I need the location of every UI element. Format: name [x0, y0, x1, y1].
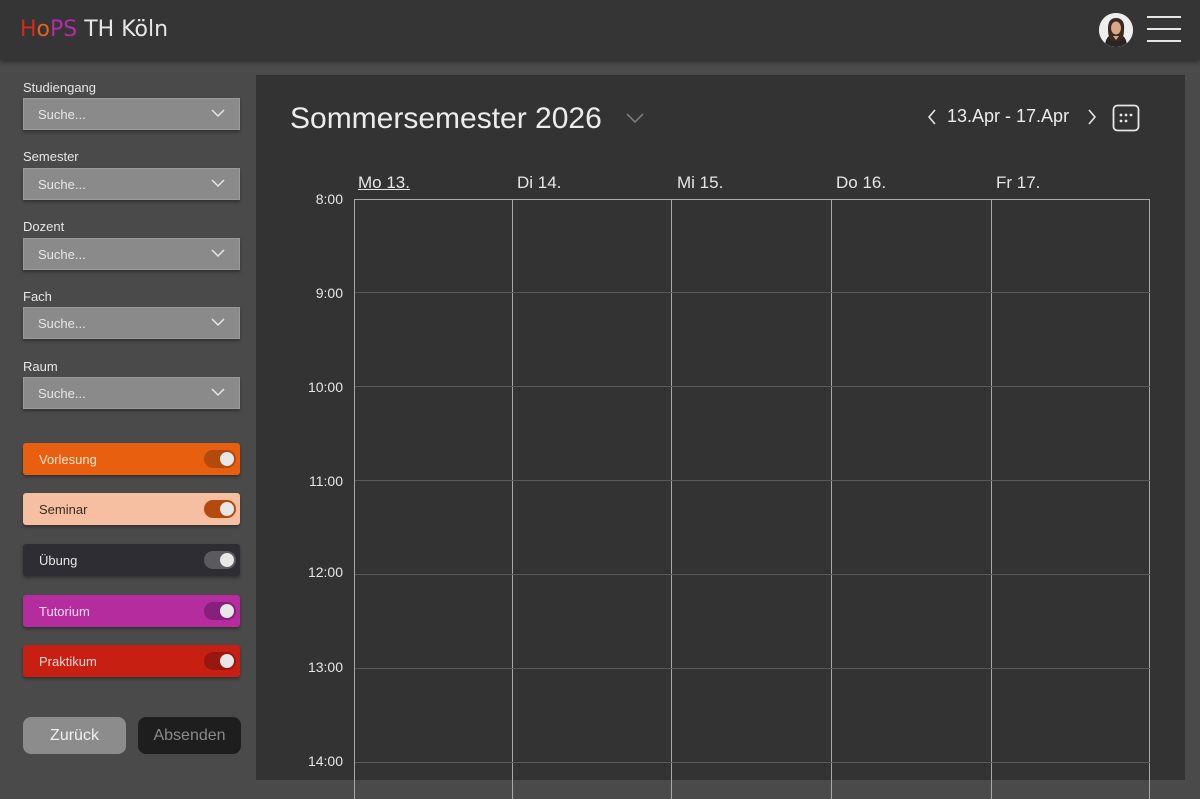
- toggle-knob: [220, 502, 234, 516]
- filter-uebung[interactable]: Übung: [23, 544, 240, 576]
- back-button[interactable]: Zurück: [23, 717, 126, 754]
- filter-sidebar: Studiengang Suche... Semester Suche... D…: [0, 60, 256, 780]
- dozent-label: Dozent: [23, 219, 65, 234]
- menu-icon-line: [1147, 16, 1181, 18]
- menu-icon-line: [1147, 28, 1181, 30]
- day-header-do[interactable]: Do 16.: [836, 173, 886, 193]
- day-header-mo[interactable]: Mo 13.: [358, 173, 410, 193]
- hour-label: 10:00: [307, 379, 343, 395]
- select-placeholder: Suche...: [38, 177, 86, 192]
- chevron-down-icon: [211, 109, 225, 118]
- tutorium-toggle[interactable]: [204, 602, 236, 620]
- date-range: 13.Apr - 17.Apr: [947, 106, 1070, 126]
- filter-label: Seminar: [39, 502, 88, 517]
- semester-select[interactable]: Suche...: [23, 168, 240, 200]
- brand-letters-ps: PS: [50, 17, 78, 42]
- submit-button[interactable]: Absenden: [138, 717, 241, 754]
- chevron-down-icon: [211, 318, 225, 327]
- raum-label: Raum: [23, 359, 58, 374]
- week-grid[interactable]: [354, 199, 1150, 799]
- vorlesung-toggle[interactable]: [204, 450, 236, 468]
- day-header-fr[interactable]: Fr 17.: [996, 173, 1040, 193]
- brand-letter-h: H: [20, 17, 37, 42]
- grid-hour-line: [355, 574, 1150, 575]
- chevron-right-icon[interactable]: [1085, 108, 1099, 126]
- grid-column-divider: [831, 199, 832, 799]
- menu-icon[interactable]: [1147, 16, 1181, 42]
- toggle-knob: [220, 452, 234, 466]
- brand-letter-o: o: [36, 17, 51, 42]
- raum-select[interactable]: Suche...: [23, 377, 240, 409]
- filter-praktikum[interactable]: Praktikum: [23, 645, 240, 677]
- filter-tutorium[interactable]: Tutorium: [23, 595, 240, 627]
- grid-hour-line: [355, 762, 1150, 763]
- app-logo[interactable]: HoPS TH Köln: [20, 16, 168, 44]
- filter-label: Vorlesung: [39, 452, 97, 467]
- chevron-left-icon[interactable]: [925, 108, 939, 126]
- praktikum-toggle[interactable]: [204, 652, 236, 670]
- chevron-down-icon[interactable]: [625, 111, 645, 125]
- uebung-toggle[interactable]: [204, 551, 236, 569]
- chevron-down-icon: [211, 249, 225, 258]
- dozent-select[interactable]: Suche...: [23, 238, 240, 270]
- studiengang-select[interactable]: Suche...: [23, 98, 240, 130]
- calendar-icon[interactable]: [1112, 104, 1140, 132]
- studiengang-label: Studiengang: [23, 80, 97, 95]
- user-avatar[interactable]: [1099, 13, 1133, 47]
- calendar-panel: Sommersemester 2026 13.Apr - 17.Apr Mo 1…: [256, 75, 1185, 799]
- hour-label: 14:00: [307, 753, 343, 769]
- hour-label: 11:00: [309, 473, 343, 489]
- top-bar: HoPS TH Köln: [0, 0, 1200, 60]
- select-placeholder: Suche...: [38, 386, 86, 401]
- toggle-knob: [220, 654, 234, 668]
- toggle-knob: [220, 553, 234, 567]
- semester-title: Sommersemester 2026: [290, 102, 602, 135]
- chevron-down-icon: [211, 388, 225, 397]
- semester-label: Semester: [23, 149, 79, 164]
- hour-label: 12:00: [307, 564, 343, 580]
- filter-label: Praktikum: [39, 654, 97, 669]
- filter-seminar[interactable]: Seminar: [23, 493, 240, 525]
- chevron-down-icon: [211, 179, 225, 188]
- user-portrait-icon: [1099, 13, 1133, 47]
- select-placeholder: Suche...: [38, 247, 86, 262]
- hour-label: 8:00: [315, 191, 343, 207]
- grid-column-divider: [991, 199, 992, 799]
- day-header-di[interactable]: Di 14.: [517, 173, 561, 193]
- day-header-mi[interactable]: Mi 15.: [677, 173, 723, 193]
- grid-column-divider: [671, 199, 672, 799]
- filter-label: Übung: [39, 553, 78, 568]
- filter-vorlesung[interactable]: Vorlesung: [23, 443, 240, 475]
- hour-label: 9:00: [315, 285, 343, 301]
- select-placeholder: Suche...: [38, 107, 86, 122]
- hour-label: 13:00: [307, 659, 343, 675]
- grid-hour-line: [355, 480, 1150, 481]
- grid-hour-line: [355, 668, 1150, 669]
- menu-icon-line: [1147, 40, 1181, 42]
- fach-select[interactable]: Suche...: [23, 307, 240, 339]
- grid-hour-line: [355, 386, 1150, 387]
- toggle-knob: [220, 604, 234, 618]
- fach-label: Fach: [23, 289, 52, 304]
- seminar-toggle[interactable]: [204, 500, 236, 518]
- grid-hour-line: [355, 292, 1150, 293]
- filter-label: Tutorium: [39, 604, 90, 619]
- select-placeholder: Suche...: [38, 316, 86, 331]
- grid-column-divider: [512, 199, 513, 799]
- brand-institution: TH Köln: [77, 17, 169, 42]
